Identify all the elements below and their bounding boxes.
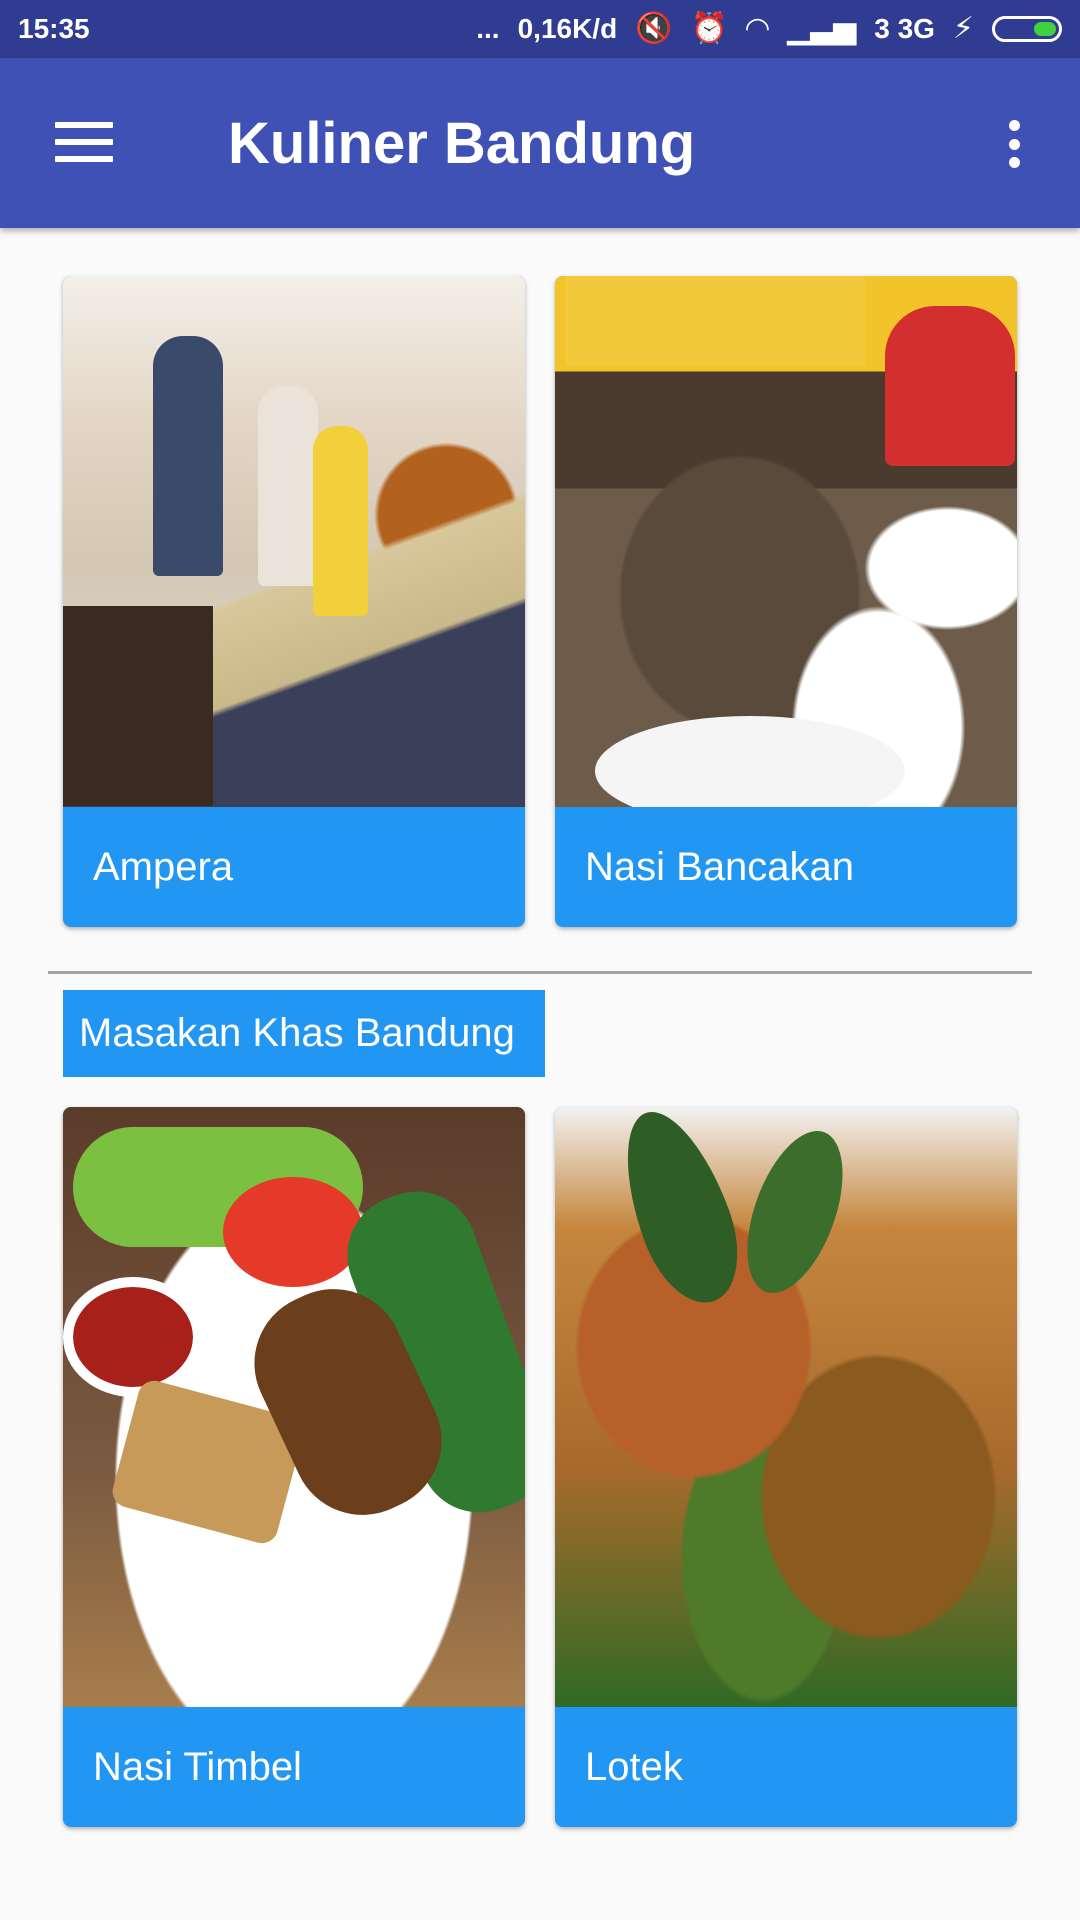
alarm-icon: ⏰ bbox=[690, 12, 728, 45]
lotek-image bbox=[555, 1107, 1017, 1707]
card-label: Lotek bbox=[585, 1744, 683, 1789]
card-ampera[interactable]: Ampera bbox=[63, 276, 525, 927]
app-title: Kuliner Bandung bbox=[228, 111, 696, 176]
app-bar: Kuliner Bandung bbox=[0, 58, 1080, 228]
card-lotek[interactable]: Lotek bbox=[555, 1107, 1017, 1827]
battery-icon bbox=[992, 16, 1062, 42]
status-bar: 15:35 ... 0,16K/d 🔇 ⏰ ◠ ▁▃▅ 3 3G ⚡ bbox=[0, 0, 1080, 58]
wifi-icon: ◠ bbox=[745, 12, 769, 45]
network-type: 3 3G bbox=[874, 13, 935, 44]
status-icons: ... 0,16K/d 🔇 ⏰ ◠ ▁▃▅ 3 3G ⚡ bbox=[476, 13, 1062, 45]
card-nasi-bancakan[interactable]: Nasi Bancakan bbox=[555, 276, 1017, 927]
ampera-image bbox=[63, 276, 525, 807]
card-label: Ampera bbox=[93, 844, 234, 889]
card-label: Nasi Bancakan bbox=[585, 844, 855, 889]
section-divider bbox=[48, 971, 1032, 974]
status-dots: ... bbox=[476, 13, 500, 44]
status-time: 15:35 bbox=[18, 13, 90, 44]
charging-icon: ⚡ bbox=[952, 12, 974, 45]
network-speed: 0,16K/d bbox=[517, 13, 618, 44]
section-header: Masakan Khas Bandung bbox=[63, 990, 545, 1077]
card-label: Nasi Timbel bbox=[93, 1744, 302, 1789]
nasi-timbel-image bbox=[63, 1107, 525, 1707]
signal-icon: ▁▃▅ bbox=[787, 12, 857, 45]
card-nasi-timbel[interactable]: Nasi Timbel bbox=[63, 1107, 525, 1827]
vibrate-off-icon: 🔇 bbox=[635, 12, 673, 45]
nasi-bancakan-image bbox=[555, 276, 1017, 807]
more-vert-icon[interactable] bbox=[1004, 120, 1024, 168]
hamburger-menu-icon[interactable] bbox=[55, 122, 113, 162]
